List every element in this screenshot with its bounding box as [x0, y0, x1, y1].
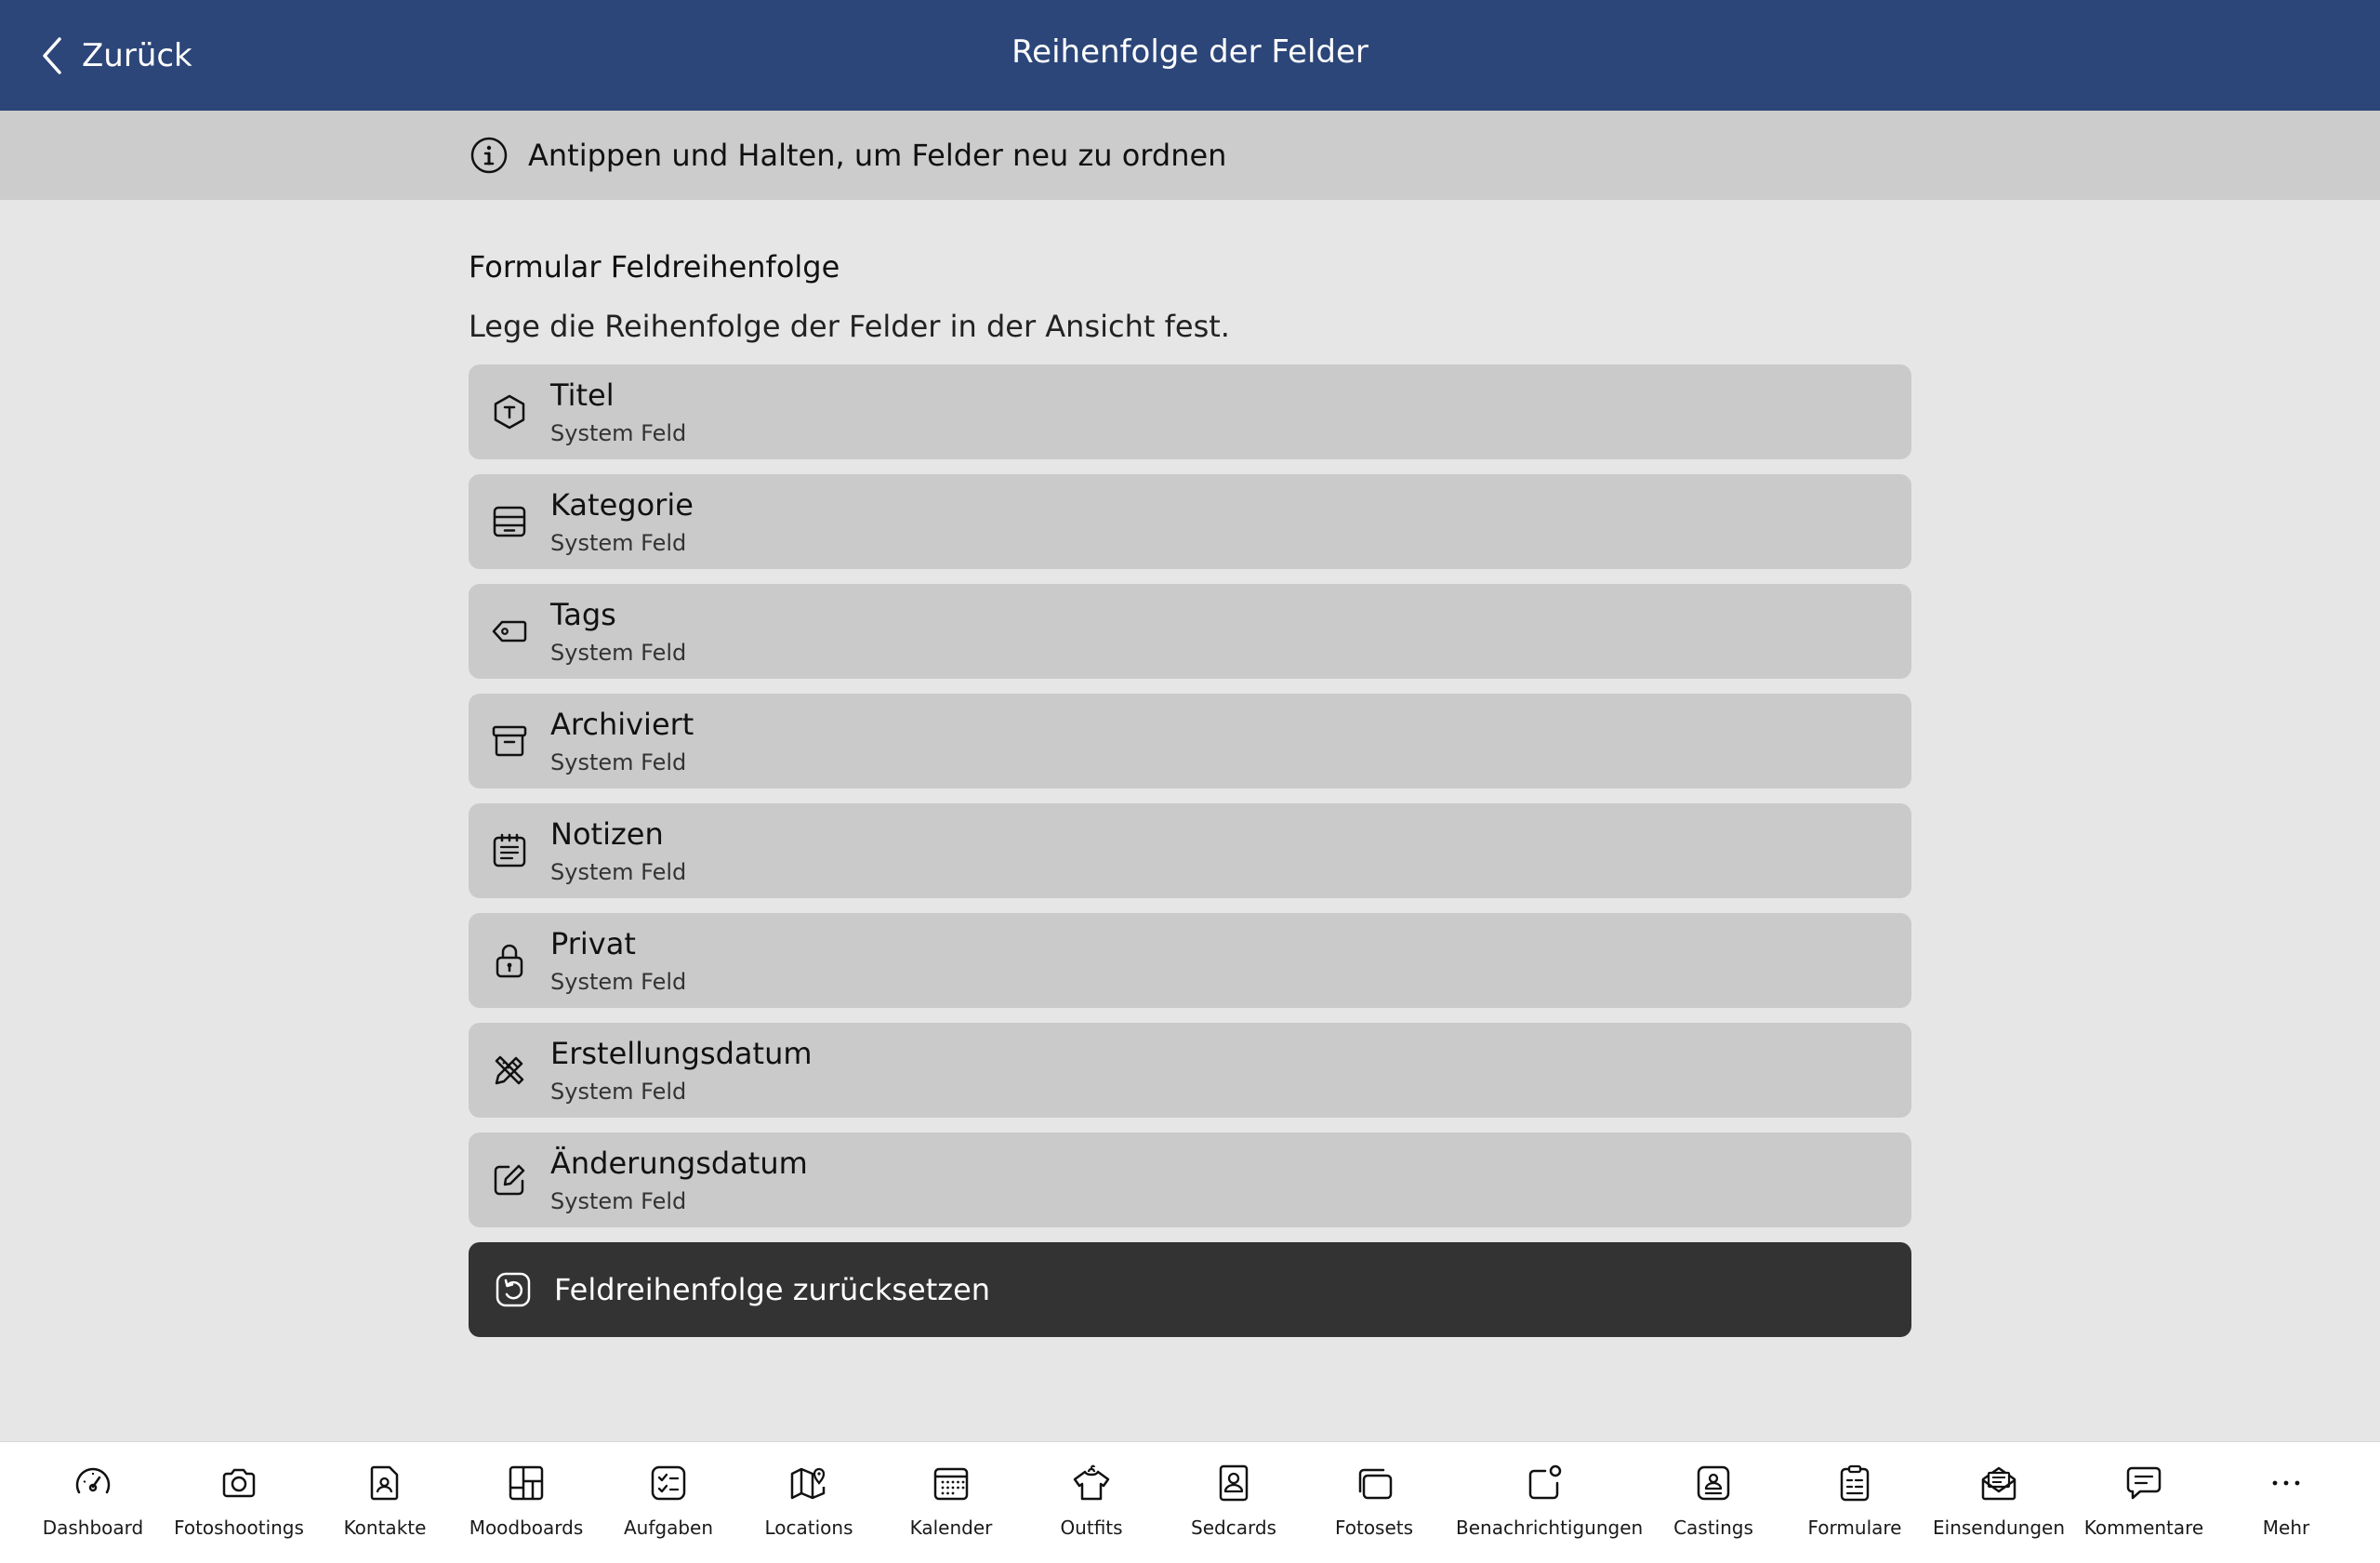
photosets-icon: [1358, 1468, 1393, 1500]
field-item-privat[interactable]: Privat System Feld: [469, 913, 1911, 1008]
contact-file-icon: [370, 1465, 399, 1501]
tab-label: Benachrichtigungen: [1456, 1517, 1644, 1539]
hint-content: Antippen und Halten, um Felder neu zu or…: [469, 111, 1226, 200]
field-type: System Feld: [550, 859, 687, 885]
field-item-kategorie[interactable]: Kategorie System Feld: [469, 474, 1911, 569]
more-dots-icon: [2272, 1480, 2300, 1486]
pencil-ruler-icon: [491, 1052, 528, 1089]
section-title: Formular Feldreihenfolge: [469, 249, 840, 285]
tab-mehr[interactable]: Mehr: [2198, 1463, 2374, 1556]
field-name: Erstellungsdatum: [550, 1036, 813, 1071]
field-type: System Feld: [550, 969, 687, 995]
field-type: System Feld: [550, 749, 687, 775]
submission-mail-icon: [1981, 1466, 2016, 1501]
calendar-icon: [933, 1467, 969, 1501]
bottom-tab-bar: Dashboard Fotoshootings Kontakte Moodboa…: [0, 1441, 2380, 1563]
field-item-erstellungsdatum[interactable]: Erstellungsdatum System Feld: [469, 1023, 1911, 1118]
field-type: System Feld: [550, 530, 687, 556]
archive-box-icon: [491, 722, 528, 760]
field-type: System Feld: [550, 1079, 687, 1105]
reset-label: Feldreihenfolge zurücksetzen: [554, 1272, 991, 1307]
field-type: System Feld: [550, 1188, 687, 1214]
field-name: Privat: [550, 926, 636, 961]
comment-icon: [2126, 1466, 2162, 1500]
tab-label: Mehr: [2262, 1517, 2310, 1539]
tab-fotosets[interactable]: Fotosets: [1286, 1463, 1462, 1556]
field-name: Archiviert: [550, 707, 694, 742]
tag-icon: [491, 613, 528, 650]
tab-benachrichtigungen[interactable]: Benachrichtigungen: [1456, 1463, 1644, 1556]
field-name: Notizen: [550, 816, 664, 852]
casting-card-icon: [1697, 1465, 1730, 1501]
info-icon: [470, 137, 508, 174]
field-order-list: Titel System Feld Kategorie System Feld …: [469, 364, 1911, 1242]
field-type: System Feld: [550, 420, 687, 446]
dashboard-gauge-icon: [75, 1467, 111, 1494]
hint-text: Antippen und Halten, um Felder neu zu or…: [528, 138, 1227, 173]
field-name: Titel: [550, 378, 615, 413]
field-name: Änderungsdatum: [550, 1146, 808, 1181]
section-description: Lege die Reihenfolge der Felder in der A…: [469, 309, 1230, 344]
lock-icon: [491, 942, 528, 979]
field-type: System Feld: [550, 640, 687, 666]
form-clipboard-icon: [1840, 1464, 1870, 1502]
field-item-aenderungsdatum[interactable]: Änderungsdatum System Feld: [469, 1133, 1911, 1227]
page-title: Reihenfolge der Felder: [1012, 33, 1368, 71]
reset-field-order-button[interactable]: Feldreihenfolge zurücksetzen: [469, 1242, 1911, 1337]
notes-icon: [491, 832, 528, 869]
field-item-titel[interactable]: Titel System Feld: [469, 364, 1911, 459]
field-name: Kategorie: [550, 487, 694, 523]
category-tray-icon: [491, 503, 528, 540]
tasks-checklist-icon: [651, 1465, 686, 1501]
field-item-notizen[interactable]: Notizen System Feld: [469, 803, 1911, 898]
top-navigation-bar: Zurück Reihenfolge der Felder: [0, 0, 2380, 111]
field-item-tags[interactable]: Tags System Feld: [469, 584, 1911, 679]
outfit-shirt-icon: [1073, 1464, 1110, 1501]
moodboard-grid-icon: [509, 1465, 544, 1501]
camera-icon: [222, 1468, 256, 1498]
field-item-archiviert[interactable]: Archiviert System Feld: [469, 694, 1911, 788]
hint-banner: Antippen und Halten, um Felder neu zu or…: [0, 111, 2380, 200]
title-hexagon-icon: [491, 393, 528, 430]
tab-label: Fotosets: [1334, 1517, 1414, 1539]
map-pin-icon: [790, 1467, 826, 1500]
notification-icon: [1528, 1464, 1562, 1500]
sedcard-icon: [1219, 1464, 1249, 1502]
field-name: Tags: [550, 597, 616, 632]
reset-icon: [496, 1272, 531, 1307]
edit-icon: [491, 1161, 528, 1199]
